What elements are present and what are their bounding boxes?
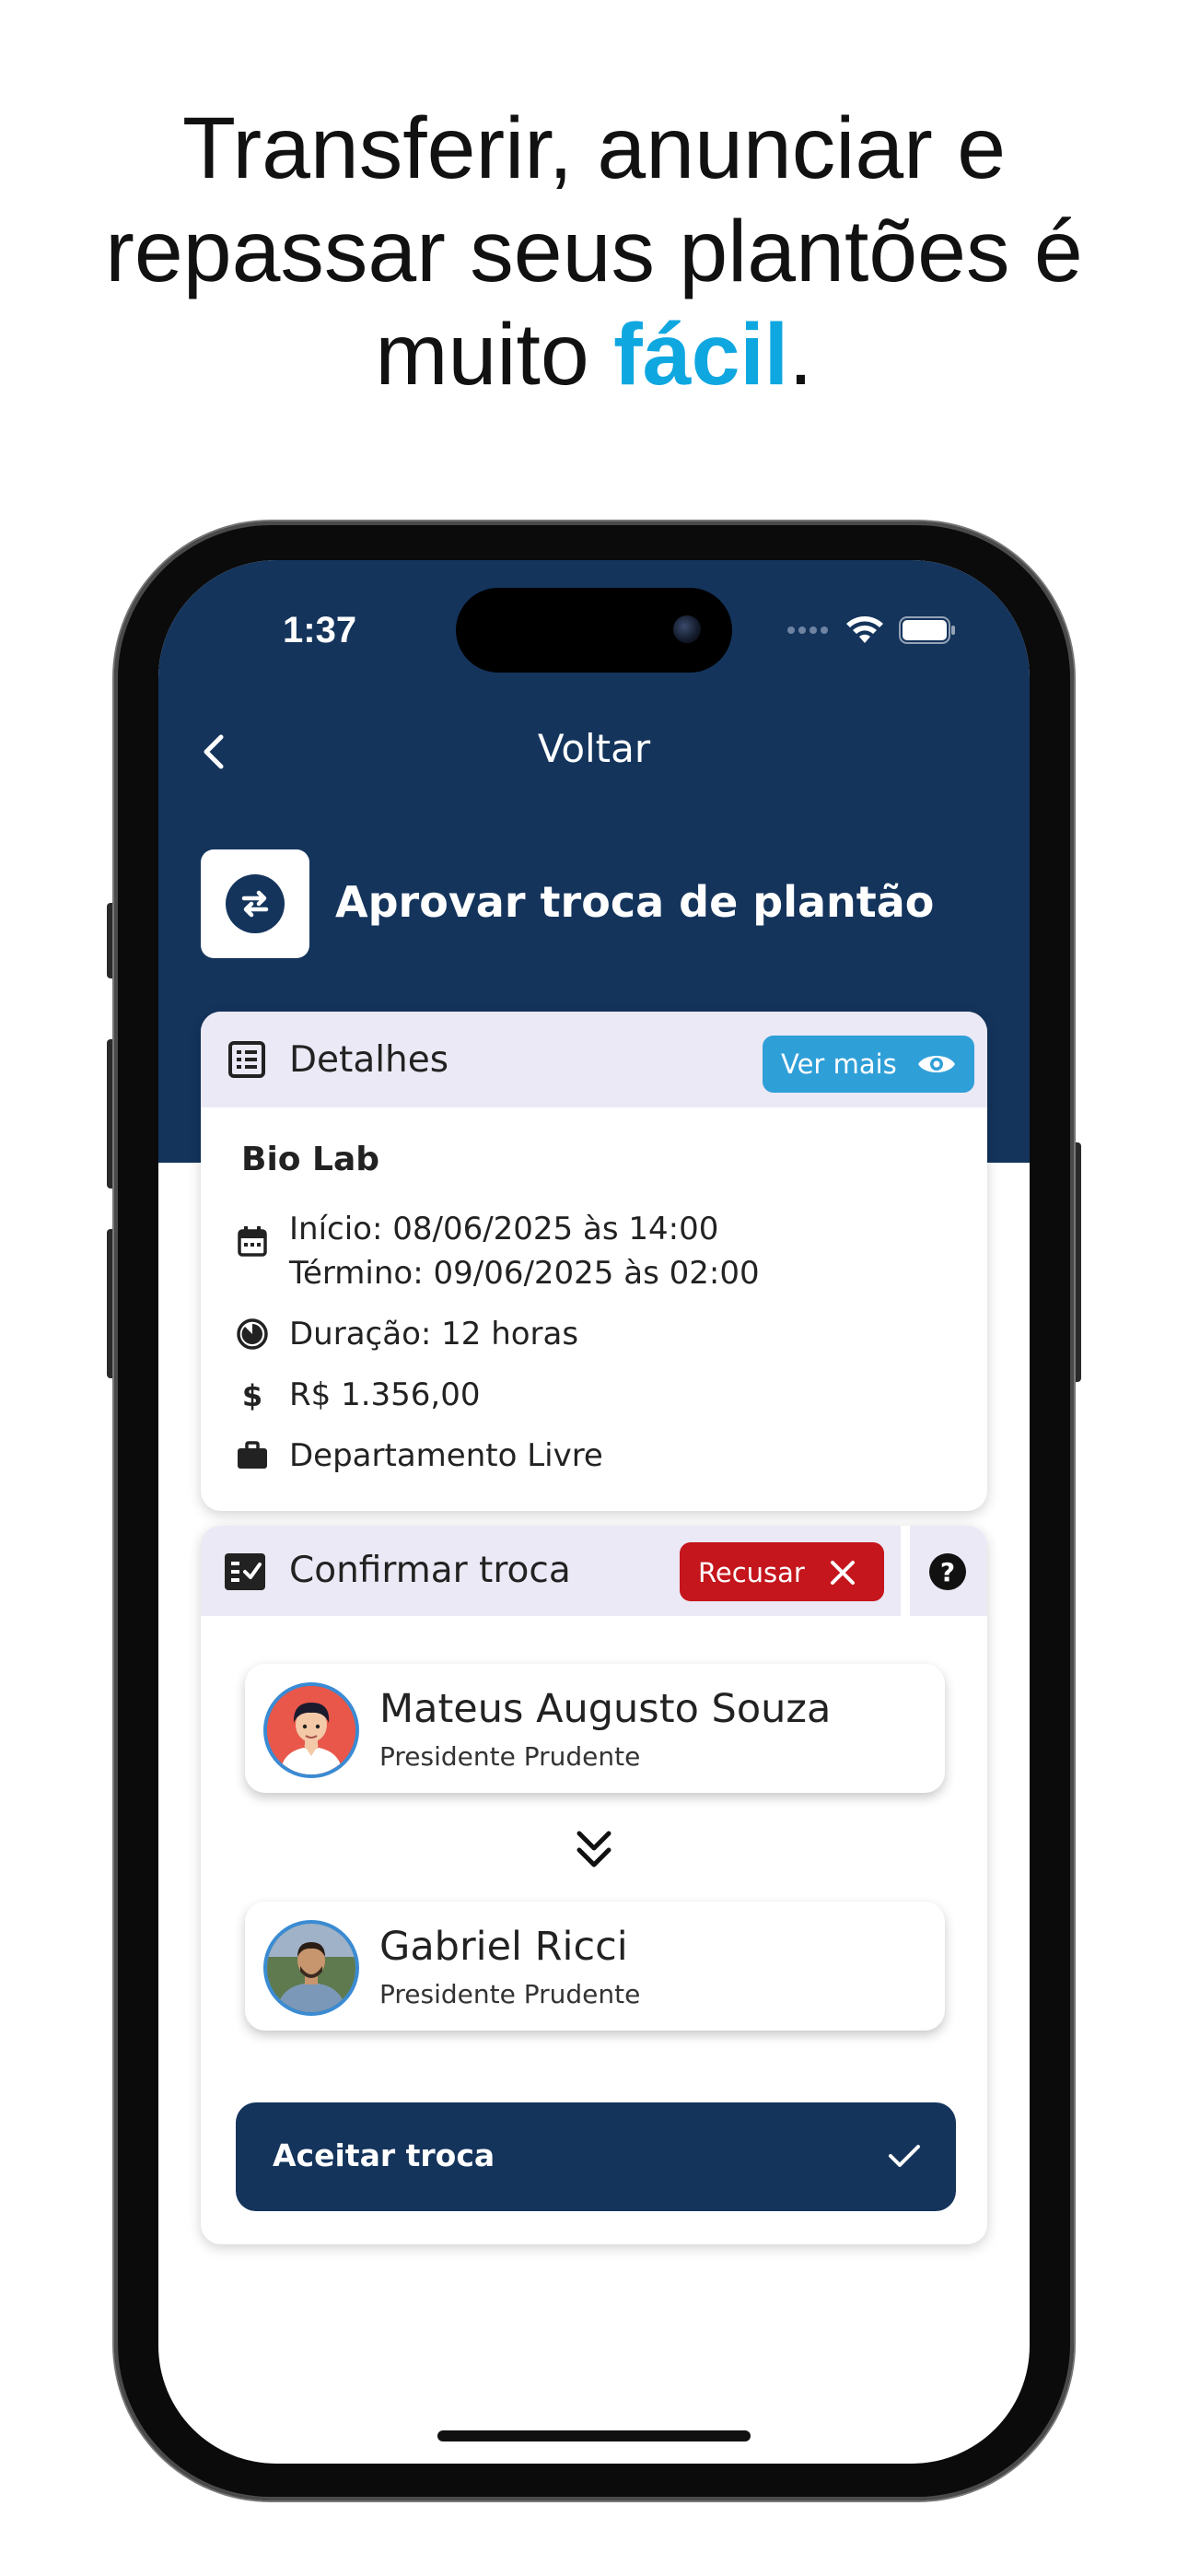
duration-row: Duração: 12 horas [234, 1312, 578, 1356]
back-label[interactable]: Voltar [158, 726, 1030, 771]
svg-text:?: ? [940, 1557, 955, 1587]
headline-line-3: muito fácil. [0, 303, 1188, 406]
accept-swap-button[interactable]: Aceitar troca [236, 2102, 956, 2211]
dollar-icon: $ [242, 1378, 262, 1413]
headline-accent-word: fácil [613, 306, 789, 404]
start-datetime: Início: 08/06/2025 às 14:00 [289, 1211, 719, 1247]
confirm-header-label: Confirmar troca [289, 1550, 571, 1591]
checklist-icon [225, 1553, 265, 1590]
price-row: $ R$ 1.356,00 [234, 1373, 481, 1417]
dynamic-island [456, 588, 732, 673]
help-area: ? [910, 1526, 987, 1616]
front-camera [673, 615, 701, 643]
swap-icon-circle [226, 874, 285, 933]
decline-button[interactable]: Recusar [680, 1542, 884, 1601]
schedule-row: Início: 08/06/2025 às 14:00 Término: 09/… [234, 1207, 760, 1295]
status-icons [786, 612, 956, 649]
duration-clock-icon [237, 1318, 268, 1350]
home-indicator[interactable] [437, 2430, 751, 2441]
confirm-card-header: Confirmar troca Recusar [201, 1526, 901, 1616]
headline-line-1: Transferir, anunciar e [181, 100, 1007, 197]
from-person-avatar [263, 1682, 359, 1778]
cellular-signal-icon [787, 626, 828, 634]
to-person-city: Presidente Prudente [379, 1979, 641, 2009]
confirm-swap-card: Confirmar troca Recusar ? Mateus Augusto… [201, 1526, 987, 2244]
eye-icon [918, 1056, 955, 1072]
from-person-card: Mateus Augusto Souza Presidente Prudente [245, 1664, 945, 1793]
swap-arrows-icon [241, 890, 269, 918]
battery-icon [899, 616, 955, 644]
marketing-headline: Transferir, anunciar e repassar seus pla… [0, 97, 1188, 406]
double-chevron-down-icon [577, 1831, 611, 1868]
phone-screen: 1:37 Voltar Aprovar troca de plantão Det… [158, 560, 1030, 2464]
swap-icon-box [201, 849, 309, 958]
department-text: Departamento Livre [289, 1437, 603, 1474]
department-row: Departamento Livre [234, 1434, 603, 1478]
details-card-header: Detalhes Ver mais [201, 1012, 987, 1107]
see-more-label: Ver mais [781, 1048, 897, 1080]
status-time: 1:37 [283, 610, 357, 650]
to-person-avatar [263, 1920, 359, 2016]
help-icon[interactable]: ? [928, 1552, 967, 1591]
photo-avatar-icon [267, 1924, 355, 2012]
list-icon [228, 1041, 265, 1078]
checkmark-icon [889, 2145, 920, 2167]
from-person-city: Presidente Prudente [379, 1741, 641, 1772]
illustrated-avatar-icon [267, 1686, 355, 1774]
wifi-icon [846, 616, 883, 643]
headline-line-2: repassar seus plantões é [105, 203, 1083, 300]
svg-text:$: $ [242, 1378, 262, 1413]
calendar-icon [238, 1226, 267, 1257]
page-title: Aprovar troca de plantão [335, 877, 935, 927]
details-header-label: Detalhes [289, 1039, 449, 1081]
price-text: R$ 1.356,00 [289, 1376, 481, 1413]
headline-line-3-prefix: muito [375, 306, 614, 404]
to-person-name: Gabriel Ricci [379, 1924, 628, 1970]
end-datetime: Término: 09/06/2025 às 02:00 [289, 1255, 760, 1292]
accept-swap-label: Aceitar troca [273, 2137, 495, 2173]
duration-text: Duração: 12 horas [289, 1316, 579, 1352]
to-person-card: Gabriel Ricci Presidente Prudente [245, 1902, 945, 2031]
decline-label: Recusar [698, 1557, 805, 1588]
schedule-text: Início: 08/06/2025 às 14:00 Término: 09/… [289, 1207, 760, 1295]
app-store-screenshot: Transferir, anunciar e repassar seus pla… [0, 0, 1188, 2576]
see-more-button[interactable]: Ver mais [763, 1036, 974, 1093]
details-card: Detalhes Ver mais Bio Lab Início: 08/06/… [201, 1012, 987, 1511]
close-icon [831, 1561, 855, 1585]
from-person-name: Mateus Augusto Souza [379, 1686, 832, 1732]
headline-line-3-suffix: . [788, 306, 813, 404]
place-name: Bio Lab [241, 1141, 380, 1178]
briefcase-icon [238, 1441, 267, 1469]
